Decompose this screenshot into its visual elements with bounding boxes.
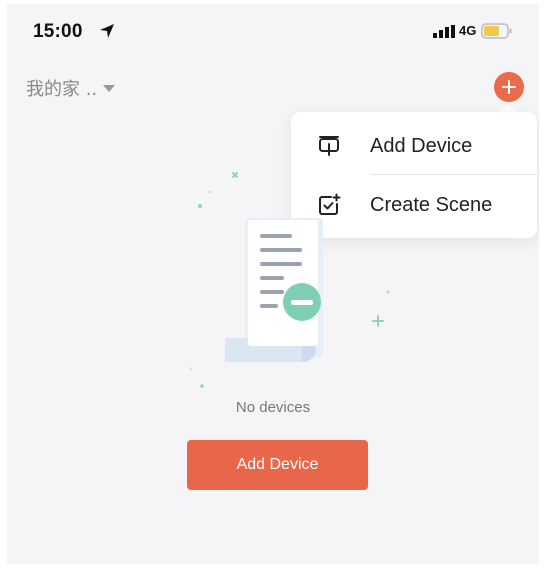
home-selector[interactable]: 我的家 .. bbox=[26, 74, 116, 102]
add-device-button[interactable]: Add Device bbox=[187, 440, 368, 490]
status-bar: 15:00 4G bbox=[7, 4, 539, 54]
status-time: 15:00 bbox=[33, 21, 83, 42]
signal-icon bbox=[433, 25, 455, 38]
caret-down-icon bbox=[103, 84, 116, 92]
menu-item-label: Add Device bbox=[370, 134, 473, 157]
home-name: 我的家 .. bbox=[26, 79, 98, 100]
location-arrow-icon bbox=[100, 24, 114, 38]
no-devices-illustration bbox=[190, 172, 390, 388]
battery-icon bbox=[481, 23, 512, 39]
network-type: 4G bbox=[459, 23, 477, 38]
add-device-icon bbox=[319, 136, 339, 156]
empty-state-message: No devices bbox=[235, 399, 311, 416]
app-screen: 15:00 4G 我的家 .. Add Device Create Scene … bbox=[7, 4, 539, 564]
add-button[interactable] bbox=[494, 72, 524, 102]
plus-icon bbox=[502, 80, 516, 94]
